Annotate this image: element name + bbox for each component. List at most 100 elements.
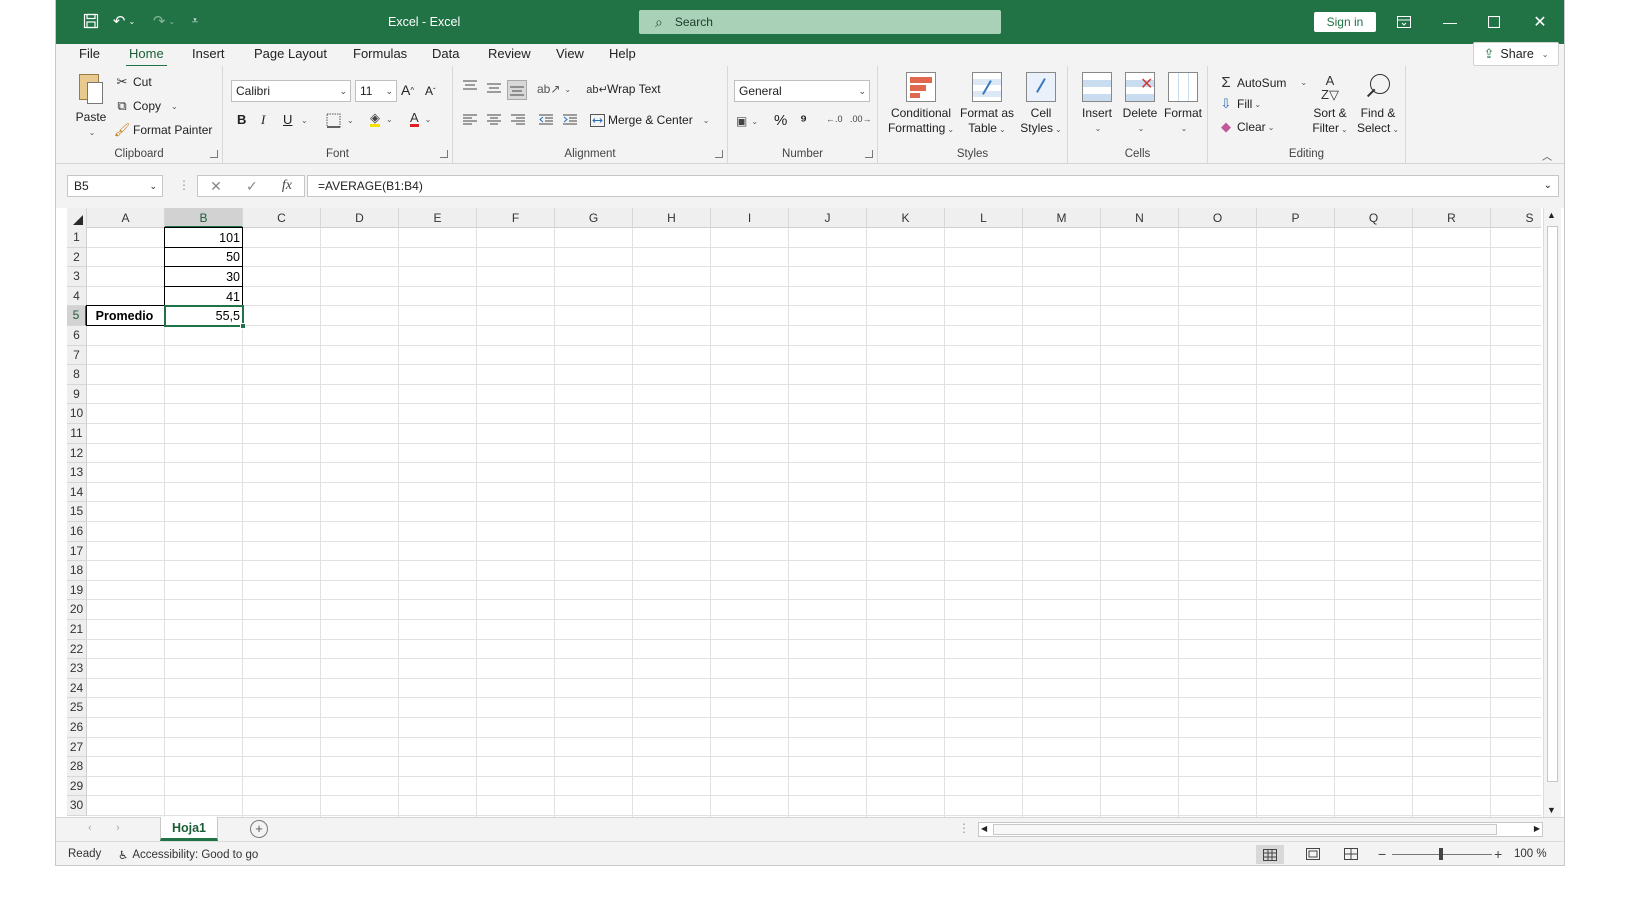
paste-button[interactable]: Paste ⌄ — [66, 72, 116, 140]
clear-button[interactable]: ◆ Clear ⌄ — [1218, 119, 1274, 135]
sign-in-button[interactable]: Sign in — [1314, 12, 1376, 32]
row-header-19[interactable]: 19 — [67, 580, 87, 601]
row-header-20[interactable]: 20 — [67, 600, 87, 620]
italic-button[interactable]: I — [261, 112, 265, 128]
align-center-icon[interactable] — [487, 114, 501, 126]
cell-styles-button[interactable]: Cell Styles ⌄ — [1018, 72, 1064, 137]
font-size-select[interactable]: 11 ⌄ — [355, 80, 397, 102]
enter-icon[interactable]: ✓ — [246, 178, 258, 195]
column-header-g[interactable]: G — [555, 208, 633, 228]
horizontal-scroll-thumb[interactable] — [993, 824, 1497, 835]
row-header-27[interactable]: 27 — [67, 737, 87, 758]
zoom-slider[interactable] — [1392, 848, 1492, 860]
ribbon-display-icon[interactable] — [1392, 10, 1416, 34]
horizontal-scrollbar[interactable]: ◀ ▶ — [978, 822, 1543, 837]
row-header-14[interactable]: 14 — [67, 482, 87, 503]
column-header-i[interactable]: I — [711, 208, 789, 228]
align-right-icon[interactable] — [511, 114, 525, 126]
formula-input[interactable]: =AVERAGE(B1:B4) ⌄ — [307, 175, 1559, 197]
column-header-j[interactable]: J — [789, 208, 867, 228]
page-layout-view-icon[interactable] — [1306, 848, 1320, 863]
next-sheet-icon[interactable]: › — [116, 822, 120, 834]
column-header-h[interactable]: H — [633, 208, 711, 228]
increase-decimal-icon[interactable]: ←.0 — [826, 114, 843, 124]
row-header-9[interactable]: 9 — [67, 384, 87, 405]
tab-formulas[interactable]: Formulas — [350, 46, 410, 66]
row-header-2[interactable]: 2 — [67, 247, 87, 268]
column-header-d[interactable]: D — [321, 208, 399, 228]
row-header-26[interactable]: 26 — [67, 718, 87, 738]
align-left-icon[interactable] — [463, 114, 477, 126]
undo-icon[interactable]: ↶ ⌄ — [108, 10, 140, 32]
column-header-q[interactable]: Q — [1335, 208, 1413, 228]
share-button[interactable]: ⇪ Share ⌄ — [1473, 42, 1559, 66]
select-all-button[interactable] — [67, 208, 87, 228]
row-header-15[interactable]: 15 — [67, 502, 87, 522]
customize-qat-icon[interactable]: ⩡ — [186, 10, 204, 32]
insert-function-icon[interactable]: fx — [282, 178, 292, 194]
scroll-right-icon[interactable]: ▶ — [1534, 824, 1540, 833]
formula-bar-splitter[interactable]: ⋮ — [178, 178, 190, 192]
chevron-down-icon[interactable]: ⌄ — [299, 116, 308, 125]
accessibility-status[interactable]: ♿ Accessibility: Good to go — [118, 848, 258, 862]
cell-a5[interactable]: Promedio — [87, 306, 165, 326]
fill-color-icon[interactable]: ◈ ⌄ — [370, 111, 393, 127]
page-break-view-icon[interactable] — [1344, 848, 1358, 863]
column-header-a[interactable]: A — [87, 208, 165, 228]
autosum-button[interactable]: Σ AutoSum ⌄ — [1218, 74, 1307, 91]
wrap-text-button[interactable]: ab↵ Wrap Text — [586, 82, 660, 96]
column-header-c[interactable]: C — [243, 208, 321, 228]
cell-b5[interactable]: 55,5 — [165, 306, 243, 326]
row-header-4[interactable]: 4 — [67, 286, 87, 307]
fill-button[interactable]: ⇩ Fill ⌄ — [1218, 96, 1261, 112]
column-header-f[interactable]: F — [477, 208, 555, 228]
collapse-ribbon-icon[interactable]: ︿ — [1542, 148, 1552, 163]
zoom-level[interactable]: 100 % — [1514, 848, 1547, 860]
row-header-25[interactable]: 25 — [67, 698, 87, 718]
row-header-11[interactable]: 11 — [67, 424, 87, 444]
redo-icon[interactable]: ↷ ⌄ — [148, 10, 180, 32]
dialog-launcher-icon[interactable] — [210, 150, 218, 158]
normal-view-icon[interactable] — [1256, 845, 1284, 864]
prev-sheet-icon[interactable]: ‹ — [88, 822, 92, 834]
row-header-10[interactable]: 10 — [67, 404, 87, 424]
zoom-in-icon[interactable]: + — [1494, 846, 1502, 862]
row-header-1[interactable]: 1 — [67, 228, 87, 248]
copy-button[interactable]: ⧉ Copy ⌄ — [114, 98, 177, 114]
conditional-formatting-button[interactable]: Conditional Formatting ⌄ — [886, 72, 956, 137]
name-box[interactable]: B5 ⌄ — [67, 175, 163, 197]
tab-view[interactable]: View — [553, 46, 587, 66]
tab-page-layout[interactable]: Page Layout — [251, 46, 330, 66]
vertical-scroll-thumb[interactable] — [1547, 226, 1558, 782]
column-header-p[interactable]: P — [1257, 208, 1335, 228]
row-header-24[interactable]: 24 — [67, 678, 87, 699]
tab-data[interactable]: Data — [429, 46, 462, 66]
cell-b3[interactable]: 30 — [165, 267, 243, 287]
comma-style-icon[interactable]: ⁹ — [800, 112, 807, 129]
underline-button[interactable]: U — [283, 112, 292, 127]
row-header-5[interactable]: 5 — [67, 306, 87, 326]
row-header-21[interactable]: 21 — [67, 620, 87, 640]
zoom-slider-thumb[interactable] — [1439, 848, 1443, 860]
close-icon[interactable]: ✕ — [1528, 10, 1552, 34]
format-cells-button[interactable]: Format ⌄ — [1162, 72, 1204, 136]
font-name-select[interactable]: Calibri ⌄ — [231, 80, 351, 102]
percent-icon[interactable]: % — [774, 112, 787, 129]
row-header-6[interactable]: 6 — [67, 326, 87, 346]
tab-insert[interactable]: Insert — [189, 46, 228, 66]
row-header-7[interactable]: 7 — [67, 345, 87, 366]
row-header-12[interactable]: 12 — [67, 443, 87, 464]
font-color-icon[interactable]: A ⌄ — [410, 111, 431, 127]
search-box[interactable]: ⌕ Search — [639, 10, 1001, 34]
column-header-l[interactable]: L — [945, 208, 1023, 228]
zoom-out-icon[interactable]: − — [1378, 846, 1386, 862]
format-painter-button[interactable]: 🖌 Format Painter — [114, 122, 213, 138]
merge-center-button[interactable]: Merge & Center ⌄ — [589, 113, 709, 127]
align-bottom-icon[interactable] — [507, 80, 527, 100]
align-middle-icon[interactable] — [487, 82, 501, 94]
decrease-indent-icon[interactable] — [539, 114, 553, 126]
align-top-icon[interactable] — [463, 80, 477, 92]
row-header-23[interactable]: 23 — [67, 659, 87, 679]
column-header-r[interactable]: R — [1413, 208, 1491, 228]
insert-cells-button[interactable]: Insert ⌄ — [1078, 72, 1116, 136]
